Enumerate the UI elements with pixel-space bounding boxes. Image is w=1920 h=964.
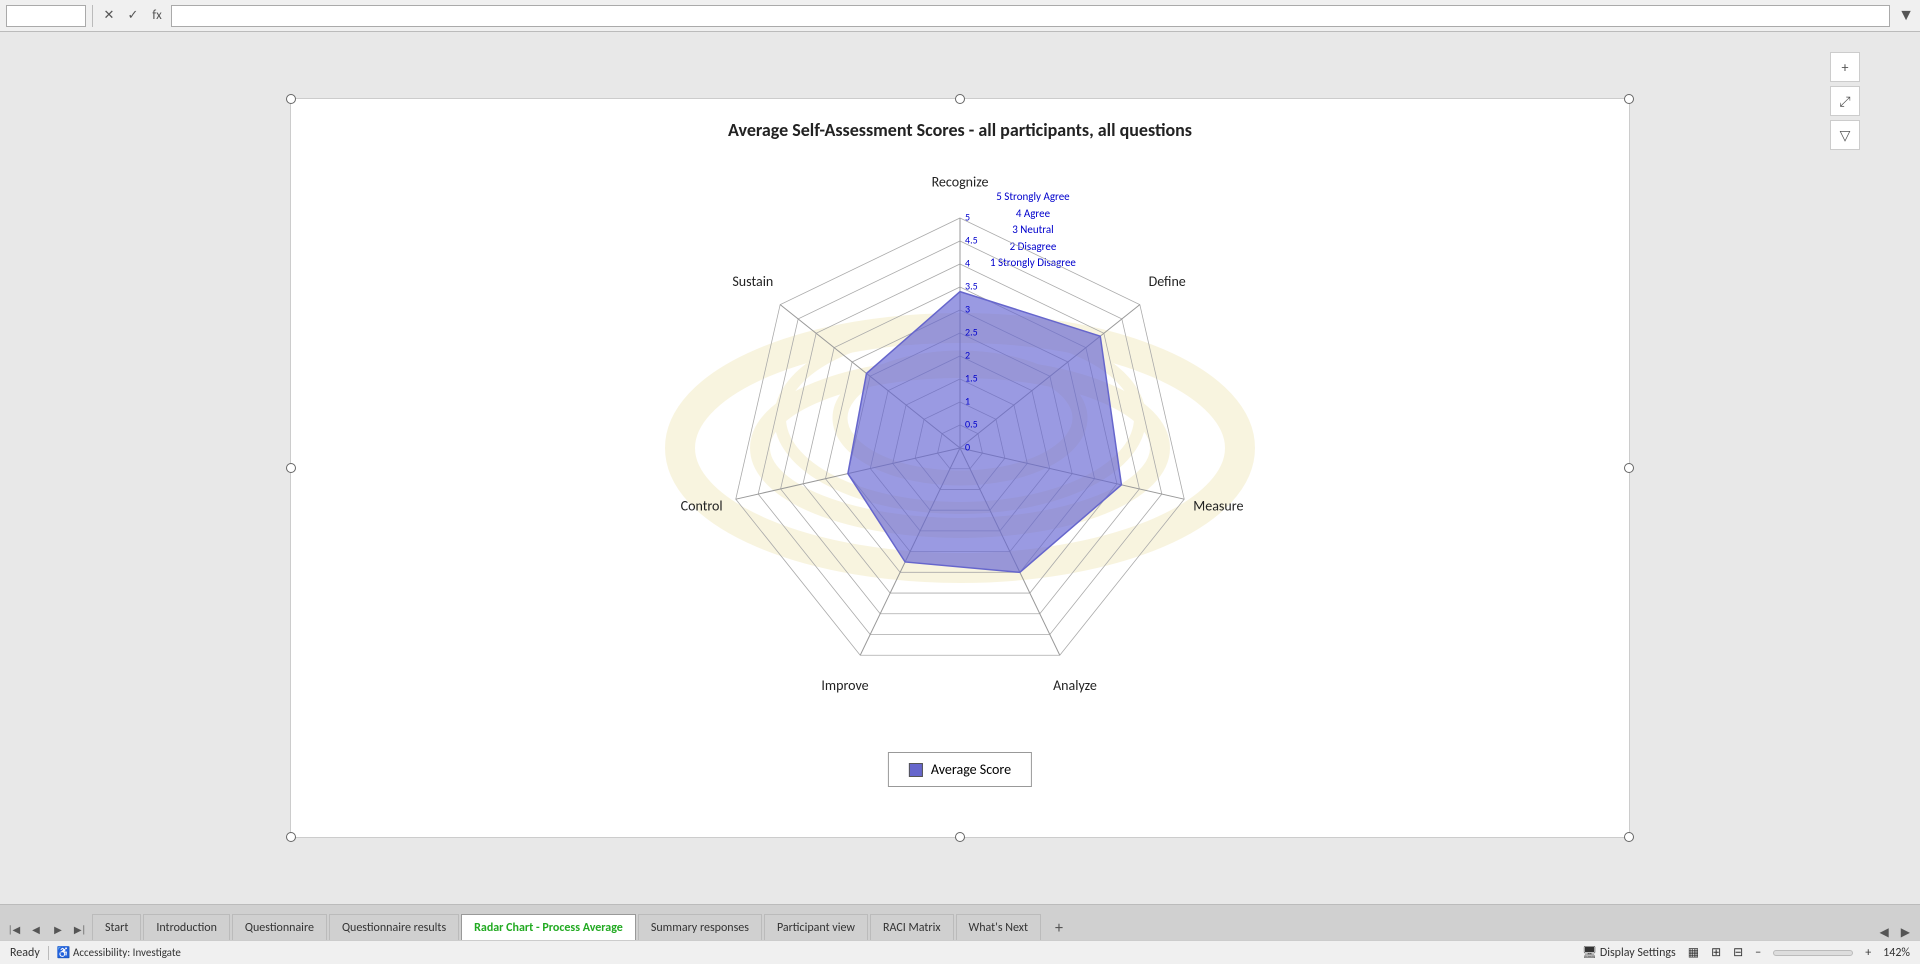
resize-handle-br[interactable] [1624,832,1634,842]
add-sheet-button[interactable]: + [1047,916,1071,940]
status-divider1 [48,946,49,960]
display-settings-label[interactable]: 🖥 Display Settings [1582,945,1676,960]
legend-label: Average Score [931,761,1011,778]
sheet-nav-prev[interactable]: ◀ [26,918,46,940]
sheet-tab-participant-view[interactable]: Participant view [764,914,868,940]
axis-label-measure: Measure [1193,497,1243,514]
axis-label-recognize: Recognize [932,173,989,190]
sheet-tab-questionnaire[interactable]: Questionnaire [232,914,327,940]
sheet-tab-summary-responses[interactable]: Summary responses [638,914,762,940]
zoom-level: 142% [1883,946,1910,960]
svg-text:3: 3 [965,302,970,315]
svg-text:5: 5 [965,210,970,223]
status-bar: Ready ♿ Accessibility: Investigate 🖥 Dis… [0,940,1920,964]
accessibility-label[interactable]: ♿ Accessibility: Investigate [57,946,181,959]
scroll-right-arrow[interactable]: ▶ [1897,925,1914,940]
right-toolbar: + ⤢ ▽ [1830,52,1860,150]
view-layout-icon[interactable]: ⊞ [1711,945,1721,960]
chart-legend: Average Score [888,752,1032,787]
chart-title: Average Self-Assessment Scores - all par… [291,119,1629,141]
sheet-tabs-bar: |◀ ◀ ▶ ▶| StartIntroductionQuestionnaire… [0,904,1920,940]
accessibility-text: Accessibility: Investigate [73,946,181,959]
fx-button[interactable]: fx [147,6,167,26]
confirm-button[interactable]: ✓ [123,6,143,26]
cancel-button[interactable]: ✕ [99,6,119,26]
svg-text:3.5: 3.5 [965,279,978,292]
svg-text:4.5: 4.5 [965,233,978,246]
svg-text:1.5: 1.5 [965,371,978,384]
expand-formula-bar[interactable]: ▼ [1898,6,1914,25]
view-page-break-icon[interactable]: ⊟ [1733,945,1743,960]
main-area: Average Self-Assessment Scores - all par… [0,32,1920,904]
axis-label-improve: Improve [821,677,868,694]
zoom-in-button[interactable]: + [1865,946,1871,960]
resize-handle-bl[interactable] [286,832,296,842]
sheet-nav-next[interactable]: ▶ [48,918,68,940]
radar-chart-area: Recognize Define Measure Analyze Improve Cont… [291,159,1629,737]
radar-chart-svg: Recognize Define Measure Analyze Improve Cont… [550,158,1370,738]
resize-handle-bc[interactable] [955,832,965,842]
display-settings-icon: 🖥 [1582,946,1597,960]
scroll-left-arrow[interactable]: ◀ [1876,925,1893,940]
axis-label-sustain: Sustain [732,273,773,290]
zoom-bar [1773,950,1853,956]
view-normal-icon[interactable]: ▦ [1688,945,1699,960]
formula-bar: ✕ ✓ fx ▼ [0,0,1920,32]
sheet-tab-introduction[interactable]: Introduction [143,914,230,940]
accessibility-icon: ♿ [57,946,71,959]
display-settings-text: Display Settings [1600,946,1676,960]
formula-bar-divider [92,5,93,27]
resize-handle-tc[interactable] [955,94,965,104]
legend-color-box [909,763,923,777]
add-chart-element-button[interactable]: + [1830,52,1860,82]
svg-text:2: 2 [965,348,970,361]
svg-text:0: 0 [965,440,970,453]
chart-filter-button[interactable]: ▽ [1830,120,1860,150]
chart-style-button[interactable]: ⤢ [1830,86,1860,116]
resize-handle-tl[interactable] [286,94,296,104]
formula-input[interactable] [171,5,1890,27]
sheet-tabs-container: StartIntroductionQuestionnaireQuestionna… [92,914,1043,940]
sheet-tab-radar-chart---process-average[interactable]: Radar Chart - Process Average [461,914,636,940]
sheet-tab-start[interactable]: Start [92,914,141,940]
svg-text:2.5: 2.5 [965,325,978,338]
sheet-tab-what's-next[interactable]: What's Next [956,914,1041,940]
status-right: 🖥 Display Settings ▦ ⊞ ⊟ − + 142% [1582,945,1910,960]
ready-status: Ready [10,946,40,960]
axis-label-define: Define [1149,273,1186,290]
zoom-out-button[interactable]: − [1755,946,1761,960]
svg-text:0.5: 0.5 [965,417,978,430]
sheet-tab-raci-matrix[interactable]: RACI Matrix [870,914,954,940]
sheet-tabs-right: ◀ ▶ [1876,925,1914,940]
cell-reference[interactable] [6,5,86,27]
sheet-tab-questionnaire-results[interactable]: Questionnaire results [329,914,459,940]
svg-text:1: 1 [965,394,970,407]
chart-container: Average Self-Assessment Scores - all par… [290,98,1630,838]
resize-handle-tr[interactable] [1624,94,1634,104]
sheet-nav-first[interactable]: |◀ [4,918,24,940]
axis-label-control: Control [681,497,723,514]
svg-text:4: 4 [965,256,970,269]
sheet-nav-last[interactable]: ▶| [70,918,90,940]
axis-label-analyze: Analyze [1053,677,1097,694]
